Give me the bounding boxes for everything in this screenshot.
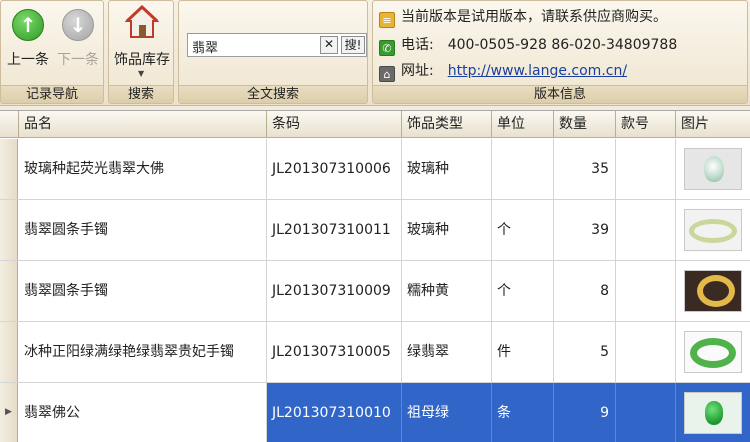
phone-value: 400-0505-928 86-020-34809788 [447, 37, 678, 53]
cell-name: 玻璃种起荧光翡翠大佛 [19, 139, 267, 199]
fulltext-search-box: 翡翠 ✕ 搜! [187, 33, 367, 57]
header-corner [0, 111, 19, 138]
row-selector[interactable]: ▶ [0, 383, 18, 442]
document-icon: ≡ [379, 12, 395, 28]
product-image [684, 392, 742, 434]
search-group-label: 搜索 [109, 85, 173, 103]
cell-unit: 件 [492, 322, 554, 382]
row-selector[interactable] [0, 261, 18, 321]
cell-unit: 条 [492, 383, 554, 442]
product-image [684, 209, 742, 251]
product-image [684, 270, 742, 312]
record-nav-group: ↑ 上一条 ↓ 下一条 记录导航 [0, 0, 104, 104]
product-image [684, 148, 742, 190]
cell-quantity: 5 [554, 322, 616, 382]
cell-style-no [616, 383, 676, 442]
column-header-style-no[interactable]: 款号 [616, 111, 676, 138]
cell-name: 翡翠佛公 [19, 383, 267, 442]
prev-record-label: 上一条 [7, 52, 49, 68]
grid-header: 品名 条码 饰品类型 单位 数量 款号 图片 [0, 111, 750, 138]
cell-unit: 个 [492, 200, 554, 260]
home-icon: ⌂ [379, 66, 395, 82]
site-info: ⌂ 网址: http://www.lange.com.cn/ [379, 60, 627, 82]
cell-type: 糯种黄 [402, 261, 492, 321]
cell-unit [492, 139, 554, 199]
trial-notice-text: 当前版本是试用版本，请联系供应商购买。 [401, 9, 667, 25]
table-row[interactable]: 翡翠圆条手镯 JL201307310009 糯种黄 个 8 [0, 261, 750, 322]
cell-quantity: 39 [554, 200, 616, 260]
cell-name: 翡翠圆条手镯 [19, 200, 267, 260]
cell-type: 玻璃种 [402, 139, 492, 199]
cell-barcode: JL201307310005 [267, 322, 402, 382]
chevron-down-icon: ▼ [138, 69, 145, 78]
cell-quantity: 35 [554, 139, 616, 199]
column-header-unit[interactable]: 单位 [492, 111, 554, 138]
inventory-label: 饰品库存 [114, 52, 170, 68]
cell-style-no [616, 200, 676, 260]
inventory-button[interactable]: 饰品库存 ▼ [109, 1, 175, 85]
search-group: 饰品库存 ▼ 搜索 [108, 0, 174, 104]
version-info-group: ≡ 当前版本是试用版本，请联系供应商购买。 ✆ 电话: 400-0505-928 86… [372, 0, 748, 104]
column-header-barcode[interactable]: 条码 [267, 111, 402, 138]
cell-style-no [616, 322, 676, 382]
cell-type: 绿翡翠 [402, 322, 492, 382]
phone-icon: ✆ [379, 40, 395, 56]
phone-label: 电话: [401, 37, 434, 53]
cell-style-no [616, 261, 676, 321]
table-row[interactable]: 翡翠圆条手镯 JL201307310011 玻璃种 个 39 [0, 200, 750, 261]
arrow-down-icon: ↓ [62, 9, 94, 41]
site-label: 网址: [401, 63, 434, 79]
fulltext-search-group: 翡翠 ✕ 搜! 全文搜索 [178, 0, 368, 104]
site-link[interactable]: http://www.lange.com.cn/ [448, 63, 627, 79]
next-record-button[interactable]: ↓ 下一条 [51, 9, 105, 73]
prev-record-button[interactable]: ↑ 上一条 [1, 9, 55, 73]
column-header-quantity[interactable]: 数量 [554, 111, 616, 138]
search-input[interactable]: 翡翠 [192, 37, 218, 56]
cell-name: 冰种正阳绿满绿艳绿翡翠贵妃手镯 [19, 322, 267, 382]
column-header-type[interactable]: 饰品类型 [402, 111, 492, 138]
fulltext-search-group-label: 全文搜索 [179, 85, 367, 103]
current-row-pointer-icon: ▶ [5, 407, 12, 417]
row-selector[interactable] [0, 139, 18, 199]
next-record-label: 下一条 [57, 52, 99, 68]
house-icon [125, 5, 159, 38]
cell-barcode: JL201307310011 [267, 200, 402, 260]
table-row[interactable]: 玻璃种起荧光翡翠大佛 JL201307310006 玻璃种 35 [0, 139, 750, 200]
cell-type: 玻璃种 [402, 200, 492, 260]
cell-quantity: 9 [554, 383, 616, 442]
cell-barcode: JL201307310010 [267, 383, 402, 442]
record-nav-group-label: 记录导航 [1, 85, 103, 103]
cell-unit: 个 [492, 261, 554, 321]
cell-name: 翡翠圆条手镯 [19, 261, 267, 321]
arrow-up-icon: ↑ [12, 9, 44, 41]
cell-barcode: JL201307310006 [267, 139, 402, 199]
table-row[interactable]: 冰种正阳绿满绿艳绿翡翠贵妃手镯 JL201307310005 绿翡翠 件 5 [0, 322, 750, 383]
phone-info: ✆ 电话: 400-0505-928 86-020-34809788 [379, 34, 677, 56]
table-row-selected[interactable]: ▶ 翡翠佛公 JL201307310010 祖母绿 条 9 [0, 383, 750, 442]
column-header-picture[interactable]: 图片 [676, 111, 750, 138]
cell-type: 祖母绿 [402, 383, 492, 442]
inventory-grid: 品名 条码 饰品类型 单位 数量 款号 图片 玻璃种起荧光翡翠大佛 JL2013… [0, 110, 750, 442]
row-selector[interactable] [0, 322, 18, 382]
trial-notice: ≡ 当前版本是试用版本，请联系供应商购买。 [379, 6, 667, 28]
cell-style-no [616, 139, 676, 199]
row-selector[interactable] [0, 200, 18, 260]
search-go-button[interactable]: 搜! [341, 36, 365, 54]
clear-search-button[interactable]: ✕ [320, 36, 338, 54]
ribbon-toolbar: ↑ 上一条 ↓ 下一条 记录导航 饰品库存 ▼ 搜索 翡翠 ✕ 搜! 全文搜索 [0, 0, 750, 106]
cell-quantity: 8 [554, 261, 616, 321]
column-header-name[interactable]: 品名 [19, 111, 267, 138]
cell-barcode: JL201307310009 [267, 261, 402, 321]
version-info-group-label: 版本信息 [373, 85, 747, 103]
product-image [684, 331, 742, 373]
